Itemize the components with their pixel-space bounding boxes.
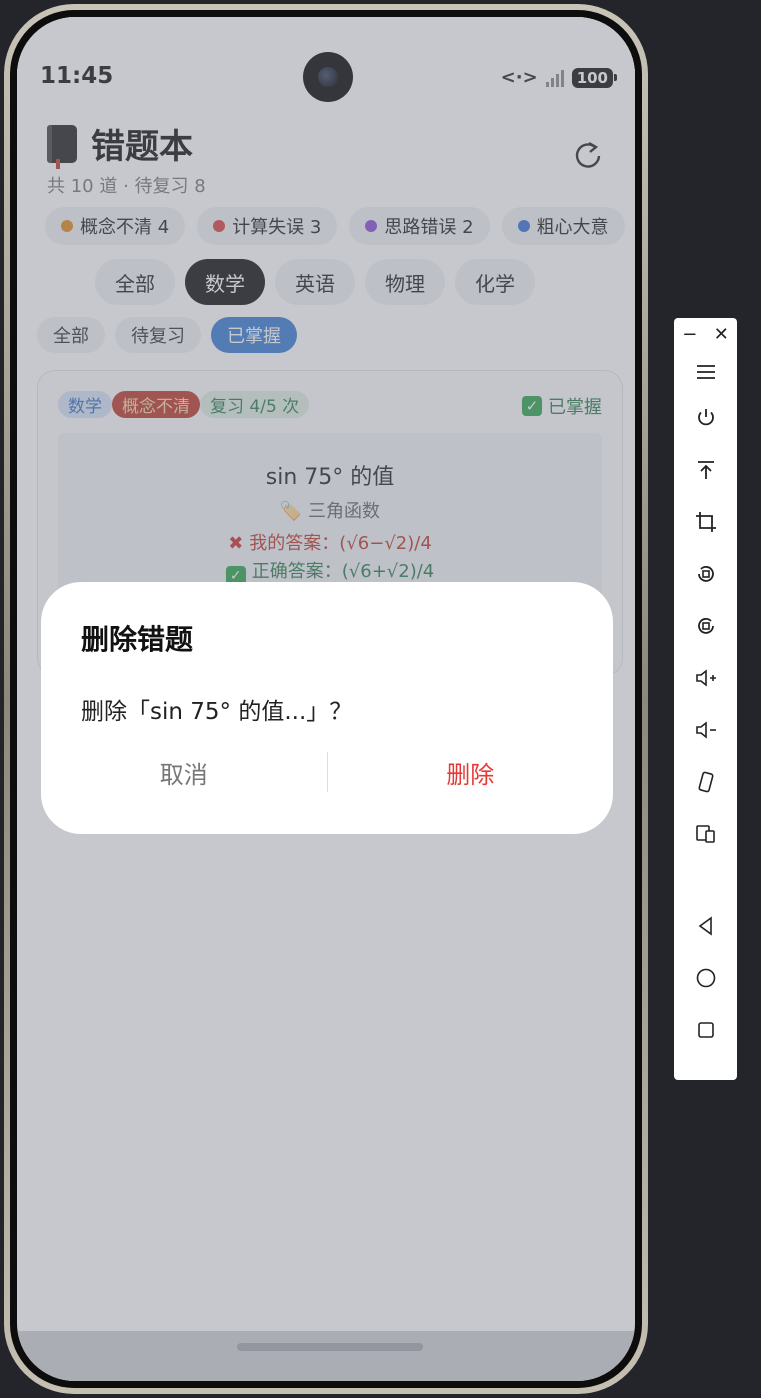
back-triangle-icon <box>698 916 712 936</box>
phone-bezel: 11:45 <·> 100 错题本 共 10 道 · 待复习 8 概念不清 4 … <box>10 10 642 1388</box>
rotate-left-button[interactable] <box>674 562 737 586</box>
recents-button[interactable] <box>674 1018 737 1042</box>
dialog-actions: 取消 删除 <box>41 750 613 794</box>
multi-device-icon <box>695 825 715 843</box>
close-icon[interactable]: ✕ <box>714 324 729 345</box>
shake-device-icon <box>697 771 714 793</box>
app-screen: 11:45 <·> 100 错题本 共 10 道 · 待复习 8 概念不清 4 … <box>17 17 635 1381</box>
dialog-message: 删除「sin 75° 的值...」？ <box>81 699 353 725</box>
delete-dialog: 删除错题 删除「sin 75° 的值...」？ 取消 删除 <box>41 582 613 834</box>
volume-up-icon <box>695 669 716 687</box>
crop-button[interactable] <box>674 510 737 534</box>
back-button[interactable] <box>674 914 737 938</box>
emulator-toolbar: − ✕ <box>674 318 737 1080</box>
rotate-right-button[interactable] <box>674 614 737 638</box>
volume-up-button[interactable] <box>674 666 737 690</box>
dialog-title: 删除错题 <box>81 623 194 656</box>
crop-icon <box>695 512 716 532</box>
volume-down-icon <box>695 721 716 739</box>
volume-down-button[interactable] <box>674 718 737 742</box>
delete-button[interactable]: 删除 <box>328 750 614 794</box>
upload-button[interactable] <box>674 458 737 482</box>
shake-button[interactable] <box>674 770 737 794</box>
minimize-icon[interactable]: − <box>682 324 697 345</box>
rotate-left-icon <box>697 566 714 582</box>
cancel-button[interactable]: 取消 <box>41 750 327 794</box>
menu-button[interactable] <box>674 360 737 384</box>
rotate-right-icon <box>697 618 714 634</box>
home-circle-icon <box>696 968 715 988</box>
menu-icon <box>696 365 715 379</box>
power-button[interactable] <box>674 406 737 430</box>
multi-device-button[interactable] <box>674 822 737 846</box>
home-button[interactable] <box>674 966 737 990</box>
upload-icon <box>697 461 714 479</box>
power-icon <box>697 409 714 426</box>
recents-square-icon <box>697 1022 714 1038</box>
phone-frame: 11:45 <·> 100 错题本 共 10 道 · 待复习 8 概念不清 4 … <box>4 4 648 1394</box>
